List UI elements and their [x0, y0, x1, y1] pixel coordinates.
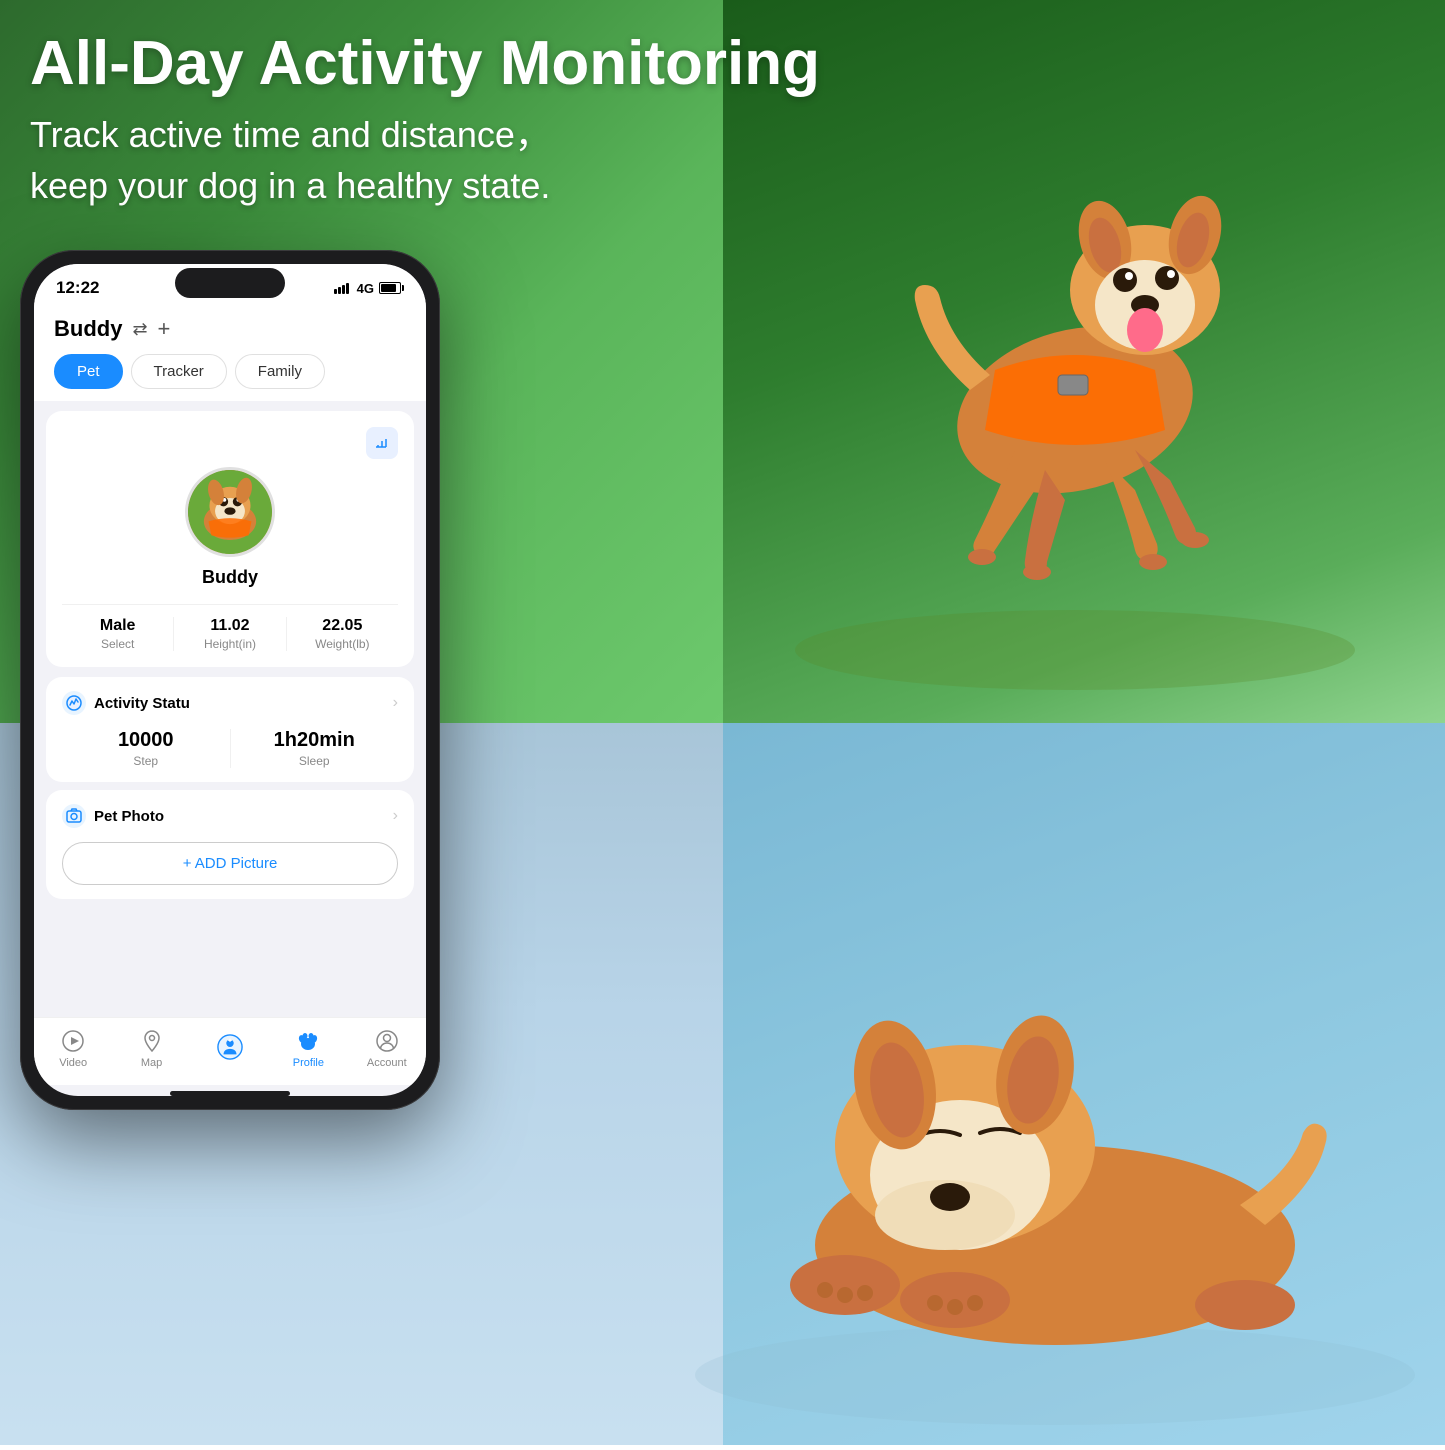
pet-name-header: Buddy — [54, 316, 122, 342]
dynamic-island — [175, 268, 285, 298]
stat-weight-value: 22.05 — [287, 617, 398, 635]
home-indicator — [170, 1091, 290, 1096]
stat-height-label: Height(in) — [174, 637, 285, 651]
add-pet-icon[interactable]: + — [158, 316, 171, 342]
stat-weight-label: Weight(lb) — [287, 637, 398, 651]
account-icon — [374, 1028, 400, 1054]
pet-avatar — [185, 467, 275, 557]
nav-profile[interactable]: Profile — [278, 1028, 338, 1069]
subtitle-line1: Track active time and distance， — [30, 114, 551, 155]
header-section: All-Day Activity Monitoring Track active… — [30, 30, 820, 211]
pet-photo-title: Pet Photo — [94, 808, 164, 825]
activity-card: Activity Statu › 10000 Step 1h20min Slee… — [46, 677, 414, 782]
activity-icon — [62, 691, 86, 715]
pet-photo-chevron[interactable]: › — [393, 807, 398, 825]
phone-mockup: 12:22 4G — [20, 250, 440, 1110]
status-time: 12:22 — [56, 278, 99, 298]
activity-chevron[interactable]: › — [393, 694, 398, 712]
status-icons: 4G — [334, 281, 404, 296]
corgi-running-image — [735, 20, 1415, 720]
sleep-label: Sleep — [231, 754, 399, 768]
nav-profile-label: Profile — [293, 1057, 324, 1069]
avatar-section: Buddy — [62, 467, 398, 588]
activity-steps: 10000 Step — [62, 729, 231, 768]
nav-video[interactable]: Video — [43, 1028, 103, 1069]
tab-pet[interactable]: Pet — [54, 354, 123, 389]
add-picture-button[interactable]: + ADD Picture — [62, 842, 398, 885]
stat-weight: 22.05 Weight(lb) — [287, 617, 398, 651]
pet-photo-card: Pet Photo › + ADD Picture — [46, 790, 414, 899]
activity-sleep: 1h20min Sleep — [231, 729, 399, 768]
network-type: 4G — [357, 281, 374, 296]
stat-gender-value: Male — [62, 617, 173, 635]
stat-height: 11.02 Height(in) — [174, 617, 286, 651]
phone-screen: 12:22 4G — [34, 264, 426, 1096]
signal-icon — [334, 283, 349, 294]
pet-photo-header: Pet Photo › — [62, 804, 398, 828]
subtitle: Track active time and distance， keep you… — [30, 110, 820, 211]
activity-title: Activity Statu — [94, 695, 190, 712]
activity-stats: 10000 Step 1h20min Sleep — [62, 729, 398, 768]
tab-family[interactable]: Family — [235, 354, 325, 389]
sleep-value: 1h20min — [231, 729, 399, 752]
video-icon — [60, 1028, 86, 1054]
phone-body: 12:22 4G — [20, 250, 440, 1110]
nav-account[interactable]: Account — [357, 1028, 417, 1069]
pet-photo-icon — [62, 804, 86, 828]
stat-height-value: 11.02 — [174, 617, 285, 635]
stat-gender-label: Select — [62, 637, 173, 651]
bottom-nav: Video Map — [34, 1017, 426, 1085]
pet-display-name: Buddy — [202, 567, 258, 588]
swap-icon[interactable]: ⇄ — [132, 319, 147, 340]
map-icon — [139, 1028, 165, 1054]
subtitle-line2: keep your dog in a healthy state. — [30, 165, 550, 206]
tab-bar: Pet Tracker Family — [54, 354, 406, 389]
battery-icon — [379, 282, 404, 294]
nav-video-label: Video — [59, 1057, 87, 1069]
corgi-sleeping-image — [665, 725, 1445, 1445]
app-header: Buddy ⇄ + Pet Tracker Family — [34, 306, 426, 401]
app-content: Buddy Male Select 11.02 Height(in) 22.05 — [34, 401, 426, 1017]
activity-title-row: Activity Statu — [62, 691, 190, 715]
pet-stats: Male Select 11.02 Height(in) 22.05 Weigh… — [62, 604, 398, 651]
steps-value: 10000 — [62, 729, 230, 752]
nav-map-label: Map — [141, 1057, 162, 1069]
stat-gender: Male Select — [62, 617, 174, 651]
edit-button[interactable] — [366, 427, 398, 459]
nav-map[interactable]: Map — [122, 1028, 182, 1069]
profile-card: Buddy Male Select 11.02 Height(in) 22.05 — [46, 411, 414, 667]
main-title: All-Day Activity Monitoring — [30, 30, 820, 98]
profile-paw-icon — [295, 1028, 321, 1054]
nav-account-label: Account — [367, 1057, 407, 1069]
activity-header: Activity Statu › — [62, 691, 398, 715]
nav-doctor[interactable] — [200, 1034, 260, 1063]
steps-label: Step — [62, 754, 230, 768]
pet-photo-title-row: Pet Photo — [62, 804, 164, 828]
tab-tracker[interactable]: Tracker — [131, 354, 227, 389]
doctor-icon — [217, 1034, 243, 1060]
